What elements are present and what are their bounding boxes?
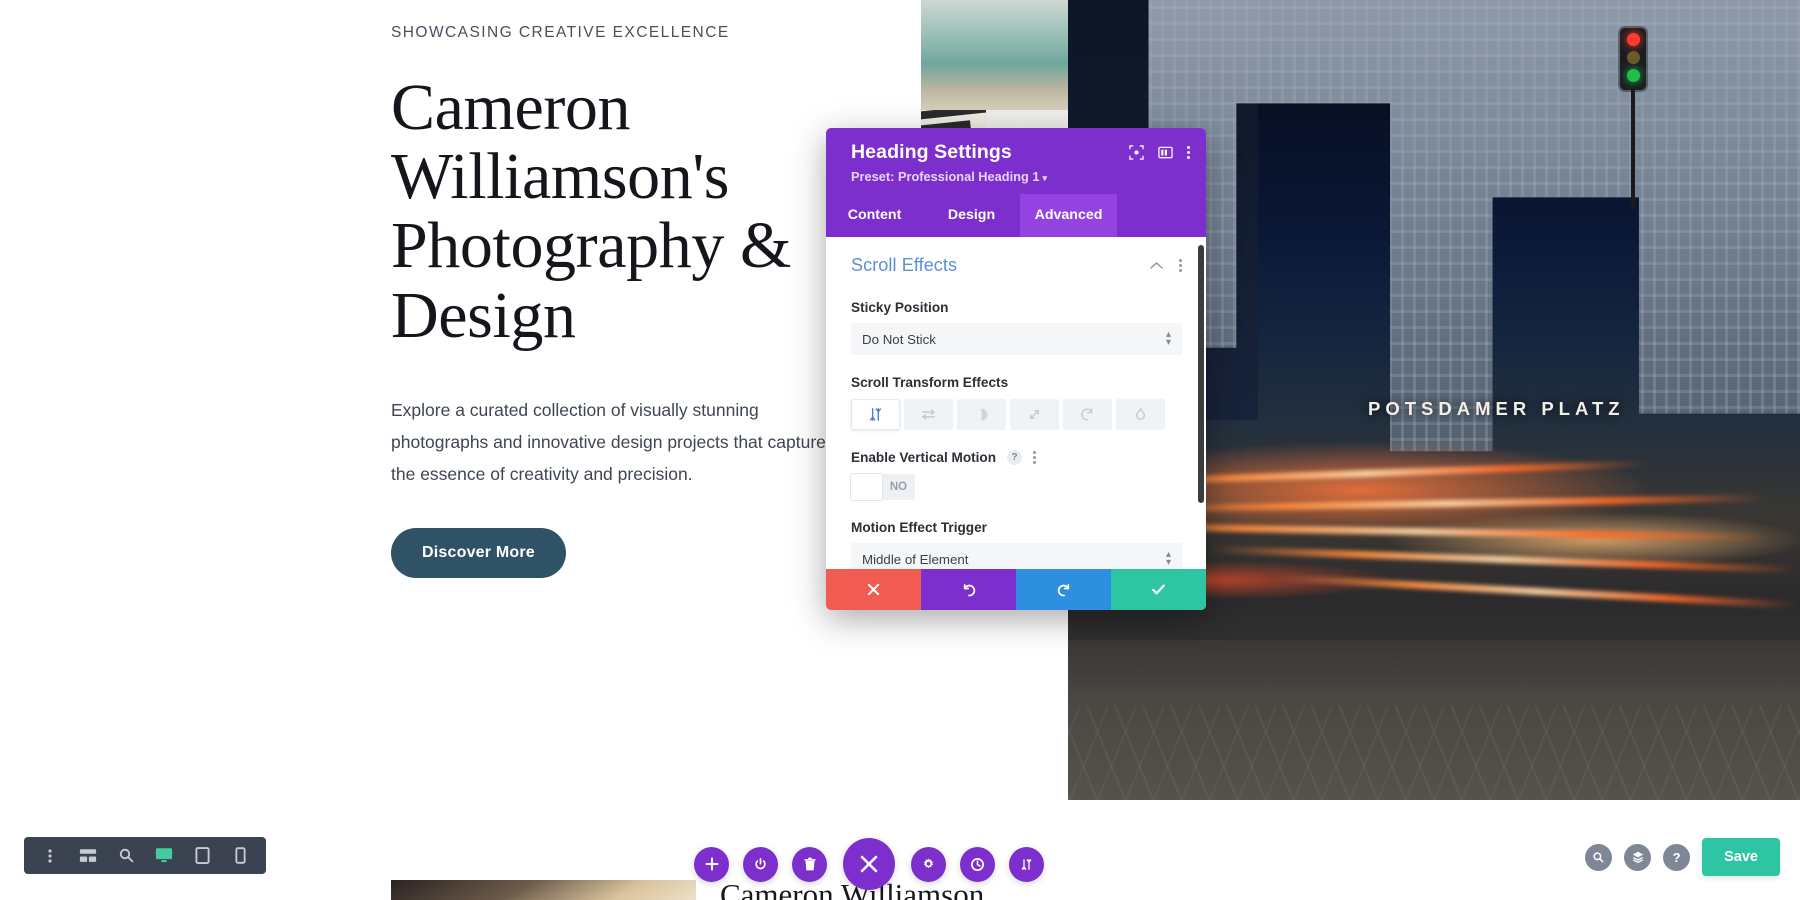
chevron-down-icon: ▾ bbox=[1042, 173, 1047, 183]
field-motion-effect-trigger: Motion Effect Trigger Middle of Element … bbox=[851, 520, 1182, 569]
modal-preset-selector[interactable]: Preset: Professional Heading 1 ▾ bbox=[851, 169, 1047, 184]
close-icon[interactable] bbox=[843, 838, 895, 890]
toggle-knob bbox=[851, 474, 882, 500]
modal-body: Scroll Effects Sticky Position Do Not St… bbox=[826, 237, 1206, 569]
desktop-icon[interactable] bbox=[145, 837, 183, 874]
field-enable-vertical-motion: Enable Vertical Motion ? NO bbox=[851, 450, 1182, 500]
search-icon[interactable] bbox=[1585, 843, 1613, 871]
enable-vertical-motion-text: Enable Vertical Motion bbox=[851, 450, 997, 465]
scroll-effects-section-header[interactable]: Scroll Effects bbox=[851, 255, 1182, 280]
section-title: Scroll Effects bbox=[851, 255, 958, 275]
help-icon[interactable]: ? bbox=[1007, 450, 1023, 465]
modal-tabs: Content Design Advanced bbox=[826, 194, 1206, 237]
traffic-light-pole bbox=[1631, 88, 1635, 208]
help-icon[interactable]: ? bbox=[1663, 843, 1691, 871]
builder-toolbar bbox=[694, 838, 1044, 890]
motion-effect-trigger-value: Middle of Element bbox=[862, 551, 969, 567]
portrait-photo bbox=[391, 880, 696, 900]
bottom-right-controls: ? Save bbox=[1585, 838, 1780, 876]
motion-effect-trigger-select[interactable]: Middle of Element ▴ ▾ bbox=[851, 543, 1182, 569]
field-sticky-position: Sticky Position Do Not Stick ▴ ▾ bbox=[851, 300, 1182, 355]
gear-icon[interactable] bbox=[911, 846, 946, 882]
redo-button[interactable] bbox=[1016, 569, 1111, 610]
street-sign-label: POTSDAMER PLATZ bbox=[1368, 398, 1625, 419]
tablet-icon[interactable] bbox=[183, 837, 221, 874]
undo-button[interactable] bbox=[921, 569, 1016, 610]
vertical-motion-icon[interactable] bbox=[851, 399, 900, 430]
modal-title: Heading Settings bbox=[851, 141, 1012, 163]
sticky-position-label: Sticky Position bbox=[851, 300, 949, 315]
street-paving bbox=[1068, 705, 1800, 800]
view-mode-toolbar bbox=[24, 837, 266, 874]
modal-scrollbar[interactable] bbox=[1198, 245, 1204, 503]
toggle-value: NO bbox=[889, 481, 908, 493]
field-kebab-menu-icon[interactable] bbox=[1033, 450, 1037, 465]
fade-icon[interactable] bbox=[957, 399, 1006, 430]
reorder-icon[interactable] bbox=[1009, 846, 1044, 882]
trash-icon[interactable] bbox=[792, 846, 827, 882]
scroll-transform-effects-label: Scroll Transform Effects bbox=[851, 375, 1009, 390]
kebab-menu-icon[interactable] bbox=[1187, 145, 1190, 160]
page-canvas: Offscreen POTSDAMER PLATZ SHOWCASING CRE… bbox=[0, 0, 1800, 900]
horizontal-motion-icon[interactable] bbox=[904, 399, 953, 430]
field-scroll-transform-effects: Scroll Transform Effects bbox=[851, 375, 1182, 430]
modal-header: Heading Settings Preset: Professional He… bbox=[826, 128, 1206, 194]
heading-settings-modal[interactable]: Heading Settings Preset: Professional He… bbox=[826, 128, 1206, 610]
blur-icon[interactable] bbox=[1116, 399, 1165, 430]
sticky-position-value: Do Not Stick bbox=[862, 331, 936, 347]
layers-icon[interactable] bbox=[1624, 843, 1652, 871]
enable-vertical-motion-toggle[interactable]: NO bbox=[851, 474, 915, 500]
modal-footer bbox=[826, 569, 1206, 610]
sticky-position-select[interactable]: Do Not Stick ▴ ▾ bbox=[851, 323, 1182, 355]
traffic-light-icon bbox=[1620, 28, 1646, 90]
chevron-up-icon[interactable] bbox=[1150, 257, 1163, 275]
add-icon[interactable] bbox=[694, 846, 729, 882]
wireframe-icon[interactable] bbox=[69, 837, 107, 874]
zoom-icon[interactable] bbox=[107, 837, 145, 874]
hero-body-text: Explore a curated collection of visually… bbox=[391, 399, 826, 484]
motion-effect-trigger-label: Motion Effect Trigger bbox=[851, 520, 987, 535]
select-spinner-icon: ▴ ▾ bbox=[1165, 329, 1171, 348]
tab-content[interactable]: Content bbox=[826, 194, 923, 237]
select-spinner-icon: ▴ ▾ bbox=[1165, 549, 1171, 568]
hero-headline: Cameron Williamson's Photography & Desig… bbox=[391, 70, 791, 352]
power-icon[interactable] bbox=[743, 846, 778, 882]
hero-text-block: SHOWCASING CREATIVE EXCELLENCE Cameron W… bbox=[391, 22, 851, 578]
kebab-menu-icon[interactable] bbox=[31, 837, 69, 874]
tab-advanced[interactable]: Advanced bbox=[1020, 194, 1117, 237]
phone-icon[interactable] bbox=[221, 837, 259, 874]
hero-eyebrow: SHOWCASING CREATIVE EXCELLENCE bbox=[391, 24, 730, 41]
history-icon[interactable] bbox=[960, 846, 995, 882]
tab-design[interactable]: Design bbox=[923, 194, 1020, 237]
discover-more-button[interactable]: Discover More bbox=[391, 527, 566, 578]
layout-columns-icon[interactable] bbox=[1158, 145, 1173, 160]
section-kebab-menu-icon[interactable] bbox=[1179, 258, 1182, 273]
preset-label: Preset: Professional Heading 1 bbox=[851, 169, 1040, 184]
enable-vertical-motion-label: Enable Vertical Motion ? bbox=[851, 450, 1182, 465]
scaling-icon[interactable] bbox=[1010, 399, 1059, 430]
save-button[interactable]: Save bbox=[1702, 838, 1780, 876]
rotating-icon[interactable] bbox=[1063, 399, 1112, 430]
cancel-button[interactable] bbox=[826, 569, 921, 610]
save-button[interactable] bbox=[1111, 569, 1206, 610]
focus-icon[interactable] bbox=[1129, 145, 1144, 160]
